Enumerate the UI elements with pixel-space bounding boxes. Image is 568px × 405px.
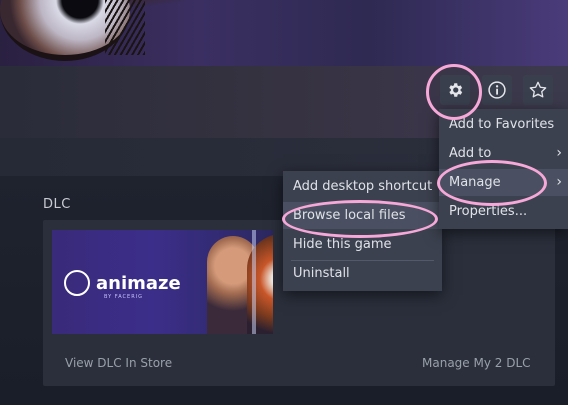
chevron-right-icon: › (556, 145, 562, 161)
animaze-logo-text: animaze (96, 272, 181, 294)
menu-item-add-desktop-shortcut[interactable]: Add desktop shortcut (283, 173, 442, 200)
game-hero-banner (0, 0, 568, 66)
dlc-art-divider (252, 230, 256, 334)
menu-item-manage[interactable]: Manage › (439, 169, 568, 196)
menu-item-add-to-label: Add to (449, 146, 492, 161)
favorite-button[interactable] (523, 75, 553, 105)
star-icon (529, 81, 547, 98)
gear-icon (449, 83, 463, 97)
dlc-section-title: DLC (43, 197, 71, 212)
settings-button[interactable] (440, 75, 470, 105)
info-button[interactable] (482, 75, 512, 105)
menu-item-add-to-favorites[interactable]: Add to Favorites (439, 111, 568, 138)
info-icon (488, 81, 506, 99)
animaze-logo-subtext: BY FACERIG (104, 294, 144, 300)
view-dlc-store-link[interactable]: View DLC In Store (65, 356, 172, 370)
manage-dlc-link[interactable]: Manage My 2 DLC (422, 356, 531, 370)
menu-item-hide-this-game[interactable]: Hide this game (283, 231, 442, 258)
hero-artwork-lashes (105, 0, 145, 55)
menu-item-properties[interactable]: Properties... (439, 198, 568, 225)
dlc-thumbnail[interactable]: animaze BY FACERIG (52, 230, 273, 334)
chevron-right-icon: › (556, 174, 562, 190)
animaze-logo-icon (64, 270, 90, 296)
menu-item-browse-local-files[interactable]: Browse local files (283, 202, 442, 229)
menu-item-manage-label: Manage (449, 175, 501, 190)
settings-context-menu: Add to Favorites Add to › Manage › Prope… (439, 109, 568, 229)
animaze-logo: animaze BY FACERIG (64, 270, 181, 300)
menu-item-add-to[interactable]: Add to › (439, 140, 568, 167)
menu-item-uninstall[interactable]: Uninstall (283, 260, 442, 287)
manage-submenu: Add desktop shortcut Browse local files … (283, 171, 442, 291)
